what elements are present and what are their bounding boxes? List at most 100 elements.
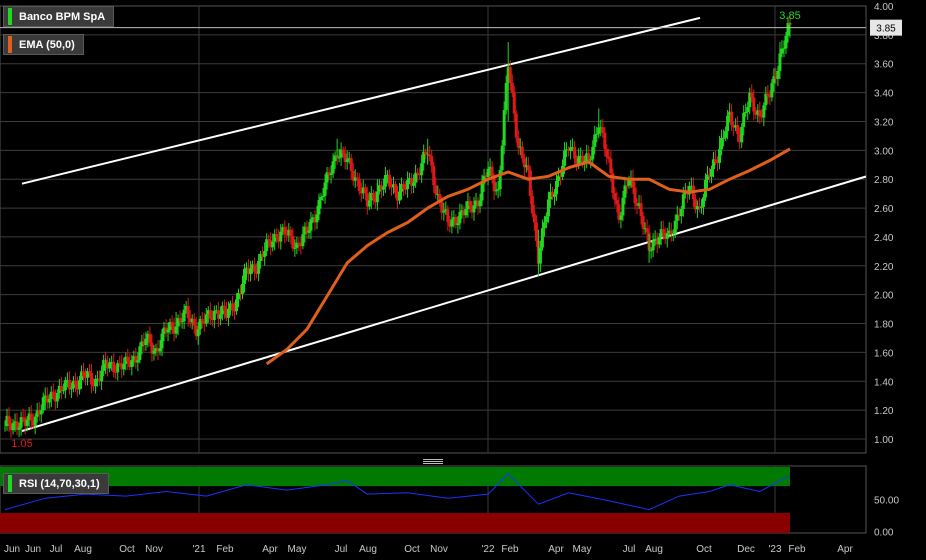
candle-body (428, 154, 432, 157)
candle-body (69, 388, 73, 390)
candle-body (607, 156, 611, 159)
y-tick-label: 3.60 (874, 60, 894, 71)
candle-body (243, 268, 247, 284)
x-tick-label: '23 (768, 544, 781, 555)
candle-body (321, 195, 325, 198)
candle-body (480, 183, 484, 201)
x-tick-label: Nov (430, 544, 448, 555)
legend-ema[interactable]: EMA (50,0) (3, 34, 84, 55)
x-tick-label: Jul (50, 544, 63, 555)
candle-body (530, 195, 534, 214)
candle-body (641, 216, 645, 229)
candle-body (381, 186, 385, 190)
candle-body (472, 205, 476, 213)
y-tick-label: 3.00 (874, 146, 894, 157)
candle-body (504, 83, 508, 110)
y-tick-label: 1.20 (874, 406, 894, 417)
y-tick-label: 3.40 (874, 89, 894, 100)
candle-body (555, 180, 559, 195)
candle-body (512, 92, 516, 114)
y-tick-label: 4.00 (874, 2, 894, 13)
x-tick-label: Apr (548, 544, 564, 555)
candle-body (770, 83, 774, 98)
candle-body (319, 197, 323, 201)
x-tick-label: May (573, 544, 592, 555)
candle-body (750, 92, 754, 98)
candle-body (253, 264, 257, 272)
high-price-label: 3.85 (779, 10, 800, 22)
candle-body (90, 372, 94, 385)
candle-body (516, 137, 520, 148)
x-tick-label: May (288, 544, 307, 555)
candle-body (520, 146, 524, 159)
y-tick-label: 2.60 (874, 204, 894, 215)
legend-rsi[interactable]: RSI (14,70,30,1) (3, 473, 109, 494)
candle-body (587, 153, 591, 160)
candle-body (82, 371, 85, 376)
pane-resize-handle[interactable] (423, 459, 443, 464)
candle-body (740, 126, 744, 143)
candle-body (222, 305, 226, 311)
candle-body (486, 168, 490, 178)
x-tick-label: Dec (737, 544, 755, 555)
candle-body (363, 187, 367, 194)
x-tick-label: Jun (4, 544, 20, 555)
y-tick-label: 2.00 (874, 291, 894, 302)
candle-body (681, 194, 685, 210)
candle-body (528, 170, 532, 196)
candle-body (434, 185, 438, 195)
candle-body (349, 158, 353, 171)
candle-body (776, 70, 780, 79)
candle-body (208, 310, 212, 319)
candle-body (152, 350, 156, 354)
candle-body (289, 229, 293, 236)
y-tick-label: 2.40 (874, 233, 894, 244)
y-tick-label: 1.40 (874, 377, 894, 388)
legend-price[interactable]: Banco BPM SpA (3, 6, 115, 27)
x-tick-label: Aug (645, 544, 663, 555)
y-tick-label: 2.20 (874, 262, 894, 273)
candle-body (241, 283, 245, 294)
candle-body (387, 174, 391, 187)
candle-body (138, 346, 142, 361)
candle-body (112, 361, 116, 372)
legend-rsi-swatch (8, 475, 12, 492)
candle-body (699, 206, 703, 208)
candle-body (355, 177, 359, 179)
candle-body (758, 110, 762, 117)
candle-body (762, 105, 766, 118)
candle-body (782, 48, 786, 50)
candle-body (67, 379, 71, 390)
candle-body (265, 239, 269, 252)
candle-body (393, 184, 397, 193)
candle-body (671, 233, 675, 235)
candle-body (752, 97, 756, 112)
candle-body (633, 187, 637, 204)
candle-body (540, 228, 544, 248)
candle-body (710, 169, 713, 177)
candle-body (55, 392, 59, 402)
candle-body (430, 156, 434, 166)
x-tick-label: Oct (696, 544, 712, 555)
candle-body (532, 213, 536, 223)
candle-body (61, 390, 65, 392)
candle-body (657, 237, 661, 245)
candle-body (148, 333, 152, 343)
last-price-value: 3.85 (876, 24, 896, 35)
candle-body (496, 189, 500, 191)
candle-body (39, 410, 43, 415)
legend-ema-swatch (8, 36, 12, 53)
candle-body (446, 209, 450, 223)
candle-body (542, 222, 546, 229)
candle-body (130, 360, 134, 368)
rsi-y-tick-label: 50.00 (874, 496, 899, 507)
candle-body (192, 318, 196, 326)
candle-body (456, 223, 460, 226)
candle-body (730, 111, 734, 126)
y-tick-label: 2.80 (874, 175, 894, 186)
candle-body (309, 219, 313, 231)
candle-body (218, 314, 222, 319)
candle-body (178, 318, 182, 322)
candle-body (59, 385, 63, 391)
candle-body (534, 222, 538, 241)
